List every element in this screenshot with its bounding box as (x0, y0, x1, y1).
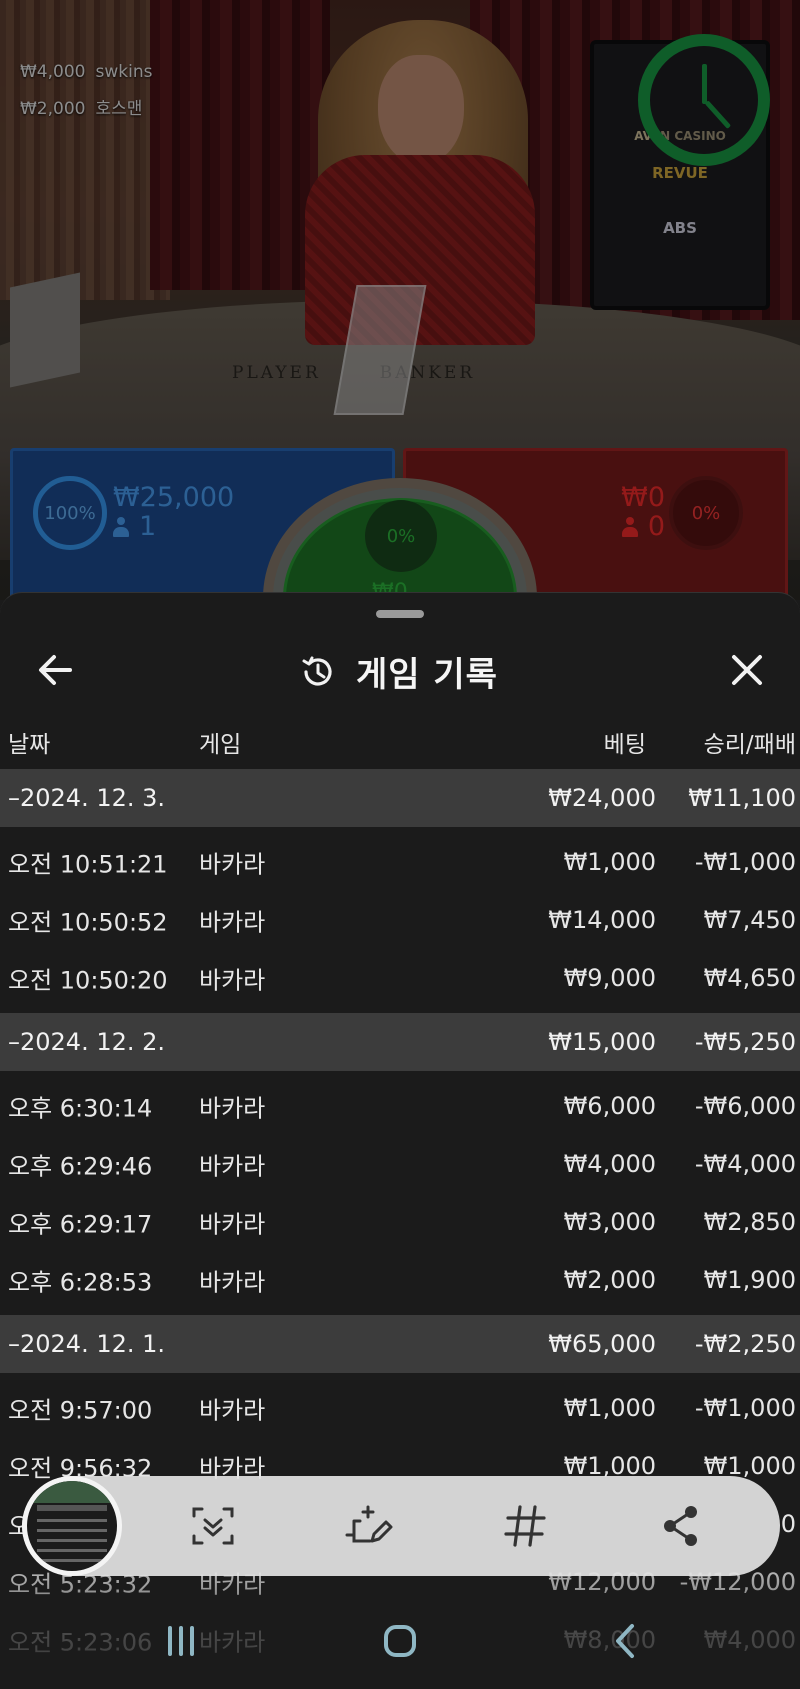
live-video-stream: PLAYER BANKER AVEN CASINO REVUE ABS ₩4,0… (0, 0, 800, 600)
home-icon (384, 1625, 416, 1657)
row-time: 오전 10:50:52 (8, 908, 168, 937)
row-time: 오전 10:50:20 (8, 966, 168, 995)
group-date: –2024. 12. 3. (8, 784, 166, 812)
row-win-loss: -₩1,000 (694, 848, 796, 876)
recent-apps-button[interactable] (156, 1616, 206, 1666)
row-win-loss: -₩1,000 (694, 1394, 796, 1422)
scroll-capture-icon (192, 1507, 234, 1545)
modal-scrim[interactable] (0, 0, 800, 600)
row-win-loss: 0 (780, 1510, 796, 1538)
row-win-loss: ₩4,650 (703, 964, 796, 992)
screenshot-thumbnail[interactable] (22, 1476, 122, 1576)
column-game: 게임 (199, 732, 242, 758)
column-headers: 날짜 게임 베팅 승리/패배 (0, 713, 800, 763)
history-row[interactable]: 오전 9:57:00 바카라 ₩1,000 -₩1,000 (0, 1379, 800, 1437)
column-win-loss: 승리/패배 (703, 732, 796, 758)
page-title: 게임 기록 (356, 655, 498, 695)
recent-apps-icon (168, 1626, 194, 1656)
row-win-loss: -₩4,000 (694, 1150, 796, 1178)
row-bet: ₩3,000 (563, 1208, 656, 1236)
close-button[interactable] (722, 645, 772, 695)
edit-button[interactable] (344, 1501, 394, 1551)
row-win-loss: ₩2,850 (703, 1208, 796, 1236)
group-bet-total: ₩65,000 (548, 1330, 656, 1358)
home-button[interactable] (375, 1616, 425, 1666)
group-date: –2024. 12. 2. (8, 1028, 166, 1056)
history-row[interactable]: 오후 6:28:53 바카라 ₩2,000 ₩1,900 (0, 1251, 800, 1309)
chevron-left-icon (616, 1624, 634, 1658)
row-bet: ₩4,000 (563, 1150, 656, 1178)
share-icon (664, 1506, 697, 1546)
row-game: 바카라 (199, 966, 266, 995)
row-game: 바카라 (199, 1268, 266, 1297)
hashtag-icon (504, 1505, 546, 1547)
hashtag-button[interactable] (500, 1501, 550, 1551)
row-game: 바카라 (199, 1210, 266, 1239)
history-row[interactable]: 오전 10:50:52 바카라 ₩14,000 ₩7,450 (0, 891, 800, 949)
row-bet: ₩1,000 (563, 848, 656, 876)
row-time: 오후 6:28:53 (8, 1268, 153, 1297)
history-row[interactable]: 오후 6:30:14 바카라 ₩6,000 -₩6,000 (0, 1077, 800, 1135)
row-game: 바카라 (199, 1152, 266, 1181)
edit-icon (345, 1505, 393, 1543)
row-bet: ₩9,000 (563, 964, 656, 992)
row-time: 오전 10:51:21 (8, 850, 168, 879)
column-bet: 베팅 (603, 732, 646, 758)
group-win-loss-total: -₩5,250 (694, 1028, 796, 1056)
row-time: 오전 9:57:00 (8, 1396, 153, 1425)
group-win-loss-total: ₩11,100 (688, 784, 796, 812)
row-game: 바카라 (199, 1094, 266, 1123)
history-row[interactable]: 오전 10:51:21 바카라 ₩1,000 -₩1,000 (0, 833, 800, 891)
date-group-header[interactable]: –2024. 12. 2. ₩15,000 -₩5,250 (0, 1013, 800, 1071)
row-bet: ₩2,000 (563, 1266, 656, 1294)
row-time: 오후 6:29:46 (8, 1152, 153, 1181)
history-row[interactable]: 오전 10:50:20 바카라 ₩9,000 ₩4,650 (0, 949, 800, 1007)
close-icon (732, 655, 762, 685)
row-win-loss: ₩7,450 (703, 906, 796, 934)
history-row[interactable]: 오후 6:29:46 바카라 ₩4,000 -₩4,000 (0, 1135, 800, 1193)
row-bet: ₩1,000 (563, 1394, 656, 1422)
column-date: 날짜 (8, 732, 51, 758)
row-bet: ₩6,000 (563, 1092, 656, 1120)
sheet-title-group: 게임 기록 (298, 647, 498, 696)
arrow-left-icon (39, 655, 72, 685)
row-win-loss: -₩6,000 (694, 1092, 796, 1120)
scroll-capture-button[interactable] (188, 1501, 238, 1551)
history-icon (302, 656, 332, 685)
back-button[interactable] (30, 645, 80, 695)
screenshot-toolbar (22, 1476, 780, 1576)
group-win-loss-total: -₩2,250 (694, 1330, 796, 1358)
group-bet-total: ₩24,000 (548, 784, 656, 812)
date-group-header[interactable]: –2024. 12. 3. ₩24,000 ₩11,100 (0, 769, 800, 827)
row-game: 바카라 (199, 1396, 266, 1425)
row-game: 바카라 (199, 850, 266, 879)
group-bet-total: ₩15,000 (548, 1028, 656, 1056)
share-button[interactable] (656, 1501, 706, 1551)
group-date: –2024. 12. 1. (8, 1330, 166, 1358)
sheet-drag-handle[interactable] (376, 610, 424, 618)
row-game: 바카라 (199, 908, 266, 937)
row-win-loss: ₩1,900 (703, 1266, 796, 1294)
history-row[interactable]: 오후 6:29:17 바카라 ₩3,000 ₩2,850 (0, 1193, 800, 1251)
back-nav-button[interactable] (600, 1616, 650, 1666)
row-time: 오후 6:29:17 (8, 1210, 153, 1239)
date-group-header[interactable]: –2024. 12. 1. ₩65,000 -₩2,250 (0, 1315, 800, 1373)
row-time: 오후 6:30:14 (8, 1094, 153, 1123)
row-bet: ₩14,000 (548, 906, 656, 934)
system-navigation-bar (0, 1596, 800, 1689)
sheet-header: 게임 기록 (0, 635, 800, 705)
